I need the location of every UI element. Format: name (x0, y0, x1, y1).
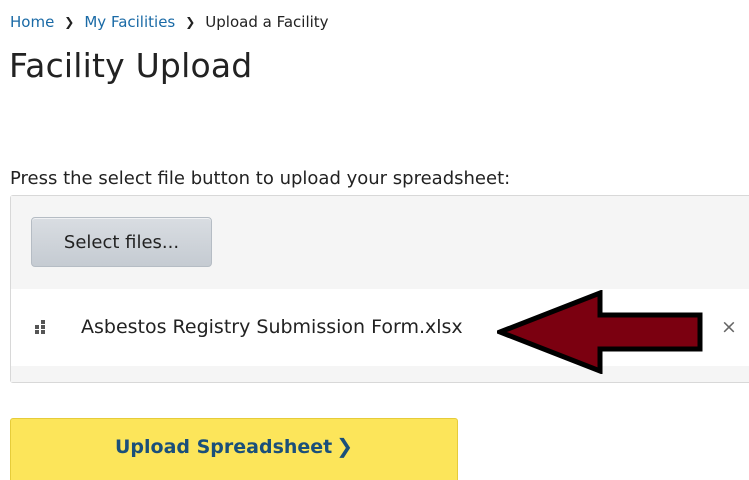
upload-spreadsheet-button[interactable]: Upload Spreadsheet ❯ (10, 418, 458, 480)
upload-spreadsheet-label: Upload Spreadsheet (114, 436, 333, 458)
chevron-right-icon: ❯ (185, 15, 196, 29)
breadcrumb-my-facilities[interactable]: My Facilities (84, 13, 175, 31)
chevron-right-icon: ❯ (336, 434, 354, 458)
page: Home ❯ My Facilities ❯ Upload a Facility… (0, 0, 749, 480)
file-name: Asbestos Registry Submission Form.xlsx (81, 316, 463, 338)
select-files-button[interactable]: Select files... (31, 217, 212, 267)
file-grip-icon (35, 320, 45, 334)
remove-file-button[interactable]: × (715, 311, 743, 343)
breadcrumb-current: Upload a Facility (205, 13, 329, 31)
upload-dropzone[interactable]: Select files... (11, 196, 749, 290)
breadcrumb: Home ❯ My Facilities ❯ Upload a Facility (10, 11, 329, 33)
close-icon: × (721, 316, 737, 338)
breadcrumb-home[interactable]: Home (10, 13, 54, 31)
page-title: Facility Upload (9, 46, 253, 85)
chevron-right-icon: ❯ (64, 15, 75, 29)
left-arrow-annotation-icon (497, 290, 703, 374)
upload-instruction: Press the select file button to upload y… (10, 168, 511, 189)
